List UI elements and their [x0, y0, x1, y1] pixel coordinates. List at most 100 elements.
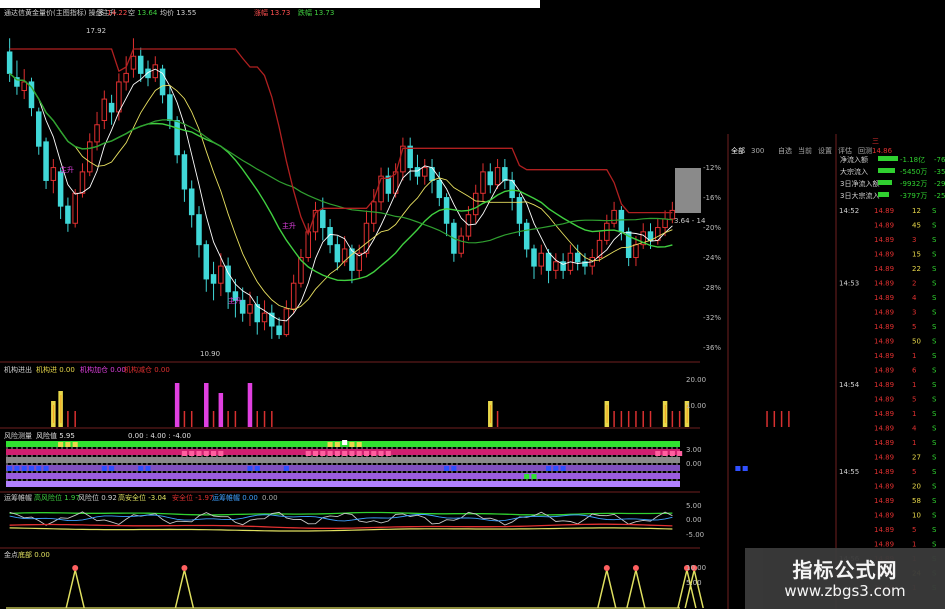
panel3-legend-4: 运筹帷幄 0.00: [212, 493, 258, 502]
risk-block: [7, 466, 13, 471]
tick-volume: 5: [912, 323, 916, 331]
risk-block: [560, 466, 566, 471]
side-tab[interactable]: 全部: [731, 146, 745, 155]
candle-body: [494, 167, 501, 186]
side-tab[interactable]: 回测: [858, 147, 872, 155]
side-tab-bar[interactable]: 全部 300 自选 当前 设置 评估 回测: [731, 146, 872, 155]
candle-body: [181, 154, 188, 190]
panel1-legend-2: 机构减仓 0.00: [124, 365, 170, 374]
pct-tick: -28%: [703, 284, 721, 292]
price-low-label: 10.90: [200, 350, 220, 358]
marker-label-zhusheng-1: 主升: [60, 165, 74, 174]
strip-purple: [6, 465, 680, 471]
panel3-legend-0: 高风险位 1.97: [34, 493, 80, 502]
risk-block: [735, 466, 741, 471]
side-tab[interactable]: 300: [751, 147, 764, 155]
watermark: 指标公式网 www.zbgs3.com: [745, 548, 945, 609]
side-tab[interactable]: 评估: [838, 146, 852, 155]
pct-tick: -20%: [703, 224, 721, 232]
risk-block: [356, 442, 362, 447]
tick-side: S: [932, 207, 937, 215]
candle-body: [633, 244, 639, 259]
tick-volume: 2: [912, 280, 916, 288]
spike-dot: [181, 565, 188, 571]
main-price-plot[interactable]: [6, 38, 676, 339]
tick-price: 14.89: [874, 497, 894, 505]
tick-volume: 22: [912, 265, 921, 273]
side-tab[interactable]: 设置: [818, 146, 832, 155]
risk-block: [101, 466, 107, 471]
tick-price: 14.89: [874, 468, 894, 476]
flow-bar: [878, 192, 889, 197]
panel1-legend-1: 机构加仓 0.00: [80, 365, 126, 374]
candle-body: [421, 167, 428, 177]
tick-volume: 6: [912, 367, 917, 375]
tick-side: S: [932, 439, 937, 447]
tick-side: S: [932, 468, 937, 476]
stock-chart-canvas[interactable]: 通达信黄金量价(主图指标) 操盘主升 多 14.22 空 13.64 均价 13…: [0, 0, 945, 609]
risk-block: [21, 466, 27, 471]
candle-body: [553, 261, 559, 271]
tick-volume: 45: [912, 222, 921, 230]
tick-volume: 4: [912, 425, 917, 433]
strip-lilac: [6, 481, 680, 487]
tick-volume: 5: [912, 396, 916, 404]
tick-price: 14.89: [874, 454, 894, 462]
spike: [597, 569, 617, 609]
side-tab[interactable]: 当前: [798, 146, 812, 155]
risk-strips: [6, 440, 748, 487]
risk-block: [109, 466, 115, 471]
pct-tick: -12%: [703, 164, 721, 172]
risk-block: [334, 442, 340, 447]
header-item-short: 空 13.64: [128, 8, 158, 17]
panel4-title: 金点: [4, 550, 18, 559]
marker-label-zhusheng-2: 主升: [228, 296, 242, 305]
panel3-axis-5: 5.00: [686, 502, 702, 510]
header-item-long: 多 14.22: [98, 8, 127, 17]
candle-body: [65, 205, 71, 224]
flow-bar: [878, 168, 895, 173]
tick-volume: 20: [912, 483, 921, 491]
candle-body: [174, 119, 180, 156]
candle-body: [574, 252, 581, 263]
institution-bar-inner: [60, 395, 62, 423]
institution-bar: [218, 393, 224, 427]
tick-price: 14.89: [874, 439, 894, 447]
tick-side: S: [932, 222, 937, 230]
flow-label: 净流入额: [840, 155, 868, 164]
risk-block: [444, 466, 450, 471]
panel1-title: 机构进出: [4, 365, 32, 374]
golden-point-spikes: [6, 565, 704, 609]
tick-side: S: [932, 294, 937, 302]
candle-body: [443, 197, 450, 224]
tick-volume: 12: [912, 207, 921, 215]
candle-body: [210, 274, 217, 284]
institution-bar: [247, 383, 253, 427]
marker-label-zhusheng-3: 主升: [282, 221, 296, 230]
tick-list: 14:52 14.89 12 S14.89 45 S14.89 3 S14.89 15 S14.8…: [839, 207, 937, 592]
pct-tick: -36%: [703, 344, 721, 352]
tick-side: S: [932, 526, 937, 534]
tick-price: 14.89: [874, 251, 894, 259]
candle-body: [79, 171, 86, 194]
candle-body: [618, 209, 625, 233]
candle-body: [137, 55, 144, 74]
watermark-line1: 指标公式网: [792, 558, 898, 582]
tick-time: 14:53: [839, 280, 859, 288]
risk-block: [72, 442, 78, 447]
side-tab[interactable]: 自选: [778, 146, 792, 155]
candle-body: [196, 214, 202, 246]
candle-body: [94, 124, 100, 143]
risk-block: [138, 466, 144, 471]
spike-dot: [632, 565, 639, 571]
tick-side: S: [932, 396, 937, 404]
panel1-axis-10: 10.00: [686, 402, 706, 410]
candle-body: [545, 252, 552, 271]
tick-price: 14.89: [874, 294, 894, 302]
candle-body: [261, 312, 268, 323]
risk-block: [218, 451, 224, 456]
candle-body: [43, 141, 49, 181]
panel2-axis-0: 0.00: [686, 460, 702, 468]
panel4-header: 金点 底部 0.00: [4, 550, 50, 559]
tick-side: S: [932, 236, 937, 244]
